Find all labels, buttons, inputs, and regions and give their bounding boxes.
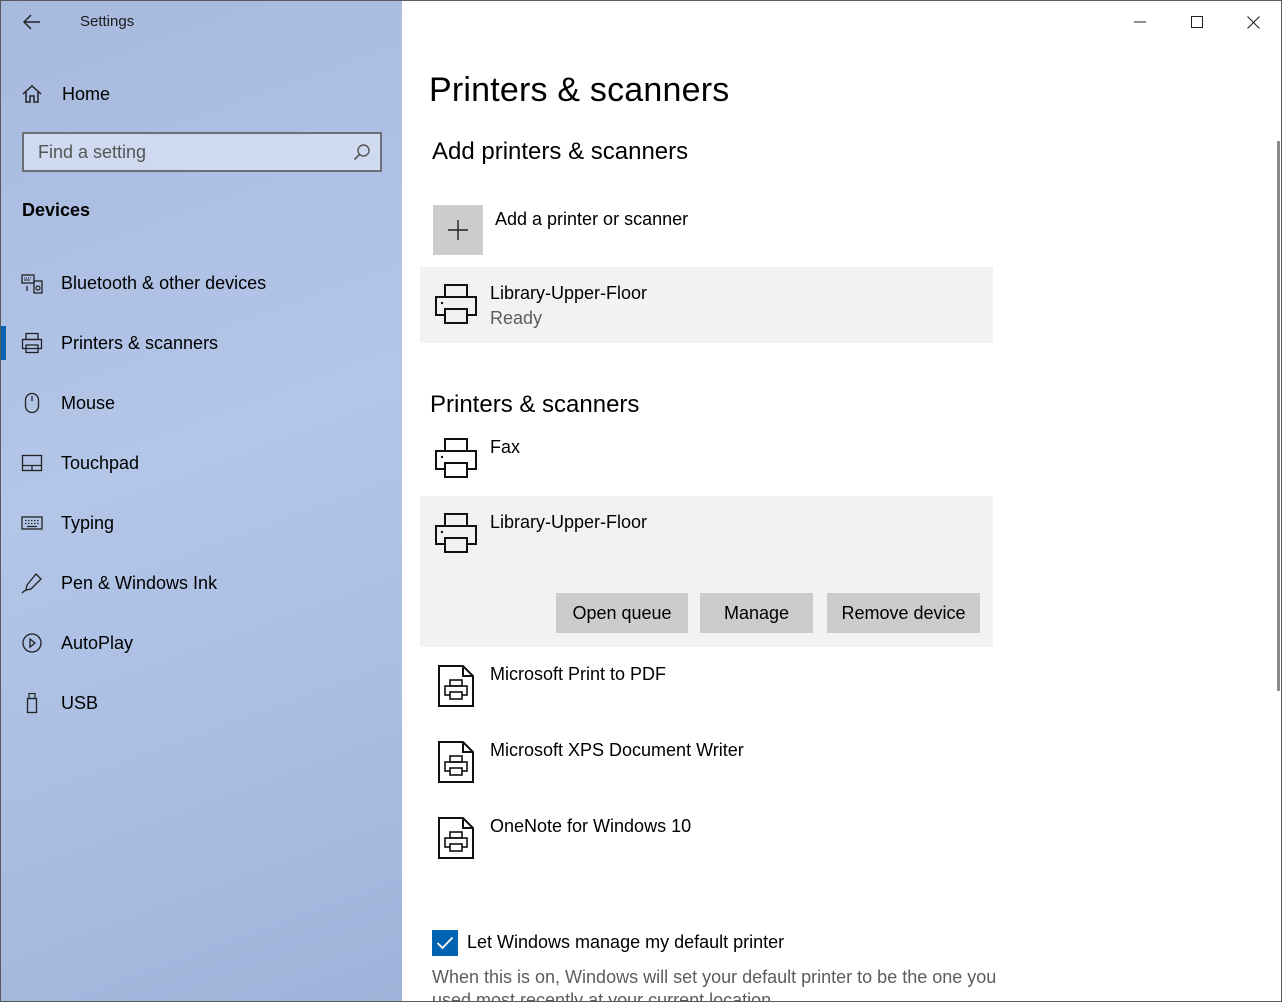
app-title: Settings	[80, 13, 135, 30]
minimize-button[interactable]	[1111, 1, 1168, 43]
sidebar-item-label: Printers & scanners	[61, 332, 219, 353]
main-content: Printers & scanners Add printers & scann…	[402, 1, 1281, 1002]
sidebar-item-label: Touchpad	[61, 452, 140, 473]
document-printer-icon	[438, 741, 474, 783]
default-printer-label[interactable]: Let Windows manage my default printer	[467, 932, 784, 953]
device-item-library-upper-floor[interactable]: Library-Upper-Floor Open queue Manage Re…	[420, 496, 993, 647]
manage-button[interactable]: Manage	[700, 593, 813, 633]
maximize-icon	[1190, 16, 1203, 28]
sidebar-item-bluetooth[interactable]: Bluetooth & other devices	[1, 261, 402, 305]
back-button[interactable]	[15, 9, 49, 35]
open-queue-button[interactable]: Open queue	[556, 593, 688, 633]
sidebar-item-label: Typing	[61, 512, 115, 533]
plus-icon	[448, 220, 468, 240]
device-name: Library-Upper-Floor	[490, 512, 648, 532]
printer-icon	[21, 331, 43, 355]
settings-window: Settings Home Devices Bluetooth & other …	[0, 0, 1282, 1002]
autoplay-icon	[21, 631, 43, 655]
back-arrow-icon	[23, 14, 40, 30]
home-icon	[22, 84, 42, 103]
default-printer-description: When this is on, Windows will set your d…	[432, 967, 997, 1002]
document-printer-icon	[438, 817, 474, 859]
sidebar-item-label: Bluetooth & other devices	[61, 272, 267, 293]
search-input[interactable]	[38, 141, 338, 163]
checkmark-icon	[436, 936, 454, 950]
scrollbar[interactable]	[1277, 141, 1280, 691]
minimize-icon	[1133, 21, 1146, 23]
bluetooth-devices-icon	[21, 271, 43, 295]
touchpad-icon	[21, 451, 43, 475]
device-name: Microsoft XPS Document Writer	[490, 740, 744, 760]
found-device-item[interactable]: Library-Upper-Floor Ready	[420, 267, 993, 343]
sidebar-item-label: Mouse	[61, 392, 116, 413]
document-printer-icon	[438, 665, 474, 707]
close-button[interactable]	[1225, 1, 1281, 43]
section-title-devices: Devices	[22, 200, 91, 220]
keyboard-icon	[21, 511, 43, 535]
sidebar-item-usb[interactable]: USB	[1, 681, 402, 725]
printer-icon	[435, 438, 477, 478]
default-printer-checkbox[interactable]	[432, 930, 458, 956]
device-name: OneNote for Windows 10	[490, 816, 692, 836]
close-icon	[1247, 15, 1260, 29]
sidebar-item-touchpad[interactable]: Touchpad	[1, 441, 402, 485]
add-printer-button[interactable]	[433, 205, 483, 255]
printer-icon	[435, 513, 477, 553]
sidebar-item-printers[interactable]: Printers & scanners	[1, 321, 402, 365]
device-name: Library-Upper-Floor	[490, 283, 648, 303]
sidebar-item-label: Pen & Windows Ink	[61, 572, 218, 593]
device-name: Fax	[490, 437, 521, 457]
sidebar: Settings Home Devices Bluetooth & other …	[1, 1, 402, 1001]
add-section-title: Add printers & scanners	[432, 138, 689, 165]
selected-indicator	[1, 326, 6, 360]
device-status: Ready	[490, 308, 543, 328]
remove-device-button[interactable]: Remove device	[827, 593, 980, 633]
sidebar-item-typing[interactable]: Typing	[1, 501, 402, 545]
device-name: Microsoft Print to PDF	[490, 664, 667, 684]
sidebar-item-autoplay[interactable]: AutoPlay	[1, 621, 402, 665]
pen-icon	[21, 571, 43, 595]
add-printer-label[interactable]: Add a printer or scanner	[495, 209, 688, 230]
search-box[interactable]	[22, 132, 382, 172]
home-link[interactable]: Home	[21, 79, 110, 109]
device-item-fax[interactable]: Fax	[420, 421, 993, 495]
search-icon[interactable]	[353, 143, 371, 161]
maximize-button[interactable]	[1168, 1, 1225, 43]
page-title: Printers & scanners	[429, 71, 730, 109]
device-item-print-to-pdf[interactable]: Microsoft Print to PDF	[420, 648, 993, 724]
sidebar-item-label: USB	[61, 692, 99, 713]
list-section-title: Printers & scanners	[430, 391, 640, 418]
sidebar-item-label: AutoPlay	[61, 632, 134, 653]
sidebar-item-pen[interactable]: Pen & Windows Ink	[1, 561, 402, 605]
usb-icon	[21, 691, 43, 715]
printer-icon	[435, 284, 477, 324]
device-item-xps-writer[interactable]: Microsoft XPS Document Writer	[420, 724, 993, 800]
sidebar-item-mouse[interactable]: Mouse	[1, 381, 402, 425]
mouse-icon	[21, 391, 43, 415]
home-label: Home	[62, 83, 111, 104]
device-item-onenote[interactable]: OneNote for Windows 10	[420, 800, 993, 876]
